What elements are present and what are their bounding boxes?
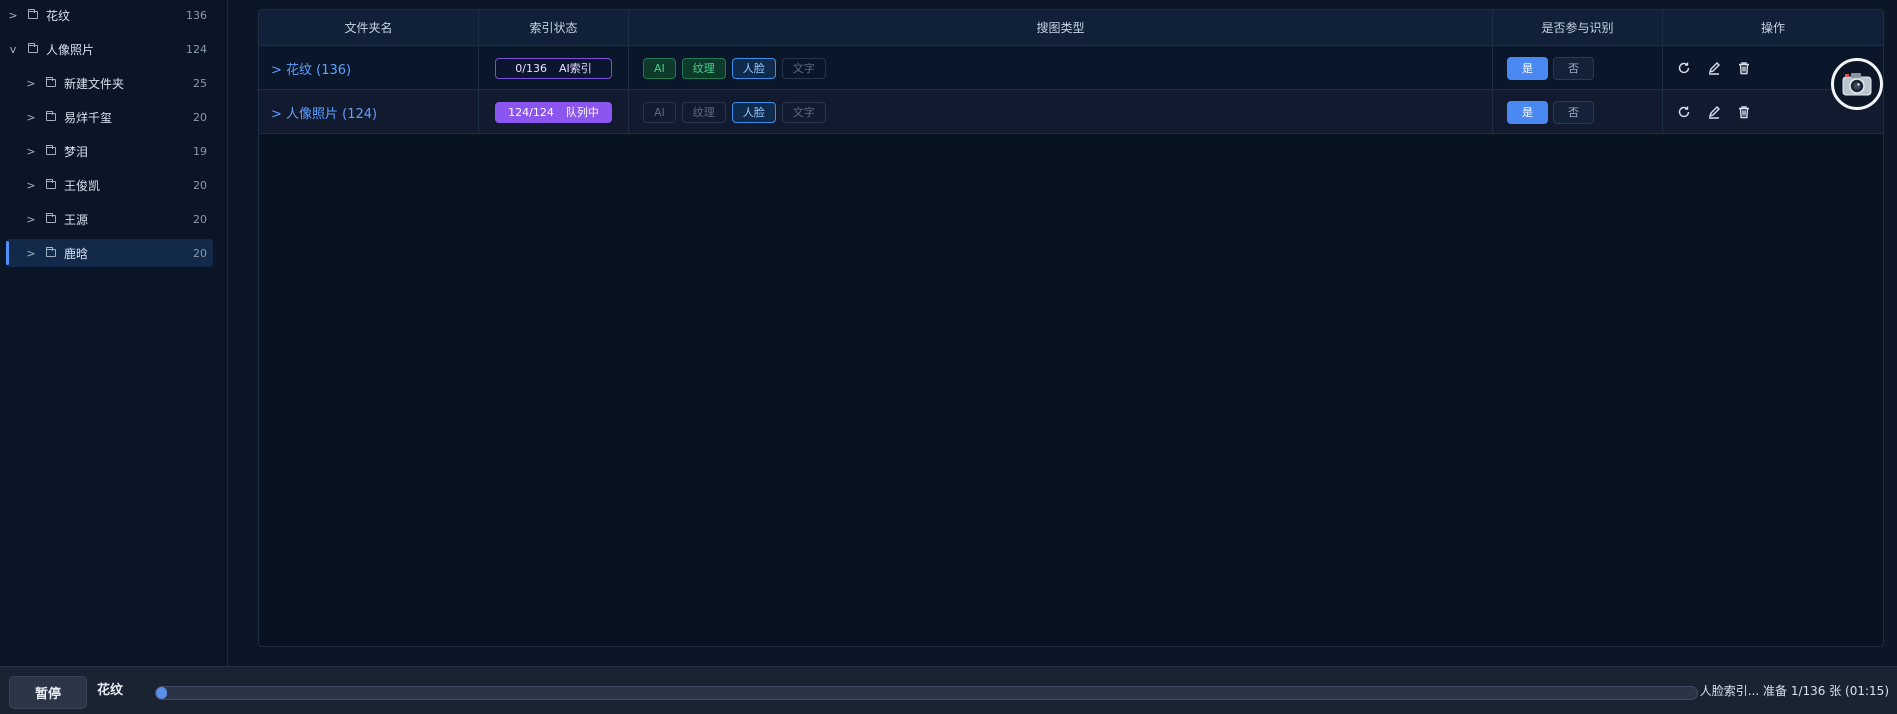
status-bar: 暂停 花纹 人脸索引... 准备 1/136 张 (01:15) bbox=[0, 666, 1897, 714]
tree-item-label: 王俊凯 bbox=[64, 178, 101, 193]
search-type-cell: AI 纹理 人脸 文字 bbox=[629, 90, 1493, 134]
tag-texture[interactable]: 纹理 bbox=[681, 101, 726, 123]
column-header-search-type: 搜图类型 bbox=[629, 10, 1493, 46]
chevron-right-icon[interactable]: > bbox=[24, 213, 38, 226]
tree-item-count: 25 bbox=[193, 76, 207, 90]
status-text: 队列中 bbox=[565, 106, 599, 119]
status-badge: 0/136 AI索引 bbox=[495, 57, 612, 79]
yes-button[interactable]: 是 bbox=[1507, 56, 1548, 80]
pause-button[interactable]: 暂停 bbox=[9, 676, 87, 709]
tree-item-count: 19 bbox=[193, 144, 207, 158]
tag-ai[interactable]: AI bbox=[643, 101, 676, 123]
folder-icon bbox=[46, 145, 56, 155]
refresh-icon[interactable] bbox=[1669, 102, 1699, 122]
recognition-cell: 是 否 bbox=[1493, 46, 1663, 90]
table-row: > 人像照片 (124) 124/124 队列中 AI 纹理 人脸 文字 是 否 bbox=[259, 90, 1883, 134]
progress-text: 人脸索引... 准备 1/136 张 (01:15) bbox=[1699, 684, 1889, 698]
camera-icon bbox=[1842, 73, 1872, 96]
tree-item-wangyuan[interactable]: > 王源 20 bbox=[24, 205, 213, 233]
tree-item-wangjunkai[interactable]: > 王俊凯 20 bbox=[24, 171, 213, 199]
tree-item-luhan[interactable]: > 鹿晗 20 bbox=[6, 239, 213, 267]
column-header-index-status: 索引状态 bbox=[479, 10, 629, 46]
tree-item-count: 20 bbox=[193, 178, 207, 192]
table-row: > 花纹 (136) 0/136 AI索引 AI 纹理 人脸 文字 是 否 bbox=[259, 46, 1883, 90]
folder-index-table: 文件夹名 索引状态 搜图类型 是否参与识别 操作 > 花纹 (136) 0/13… bbox=[258, 9, 1884, 647]
folder-icon bbox=[46, 77, 56, 87]
edit-icon[interactable] bbox=[1699, 102, 1729, 122]
chevron-right-icon[interactable]: > bbox=[24, 247, 38, 260]
folder-icon bbox=[28, 9, 38, 19]
column-header-folder-name: 文件夹名 bbox=[259, 10, 479, 46]
status-text: AI索引 bbox=[558, 62, 592, 75]
index-progress-bar bbox=[155, 686, 1698, 700]
column-header-recognition: 是否参与识别 bbox=[1493, 10, 1663, 46]
tree-item-count: 20 bbox=[193, 246, 207, 260]
folder-link[interactable]: > 人像照片 (124) bbox=[259, 103, 377, 122]
folder-icon bbox=[46, 111, 56, 121]
tree-item-menglei[interactable]: > 梦泪 19 bbox=[24, 137, 213, 165]
chevron-right-icon[interactable]: > bbox=[24, 111, 38, 124]
folder-name-cell: > 花纹 (136) bbox=[259, 46, 479, 90]
recognition-cell: 是 否 bbox=[1493, 90, 1663, 134]
progress-fill bbox=[156, 687, 167, 699]
tree-item-huawen[interactable]: > 花纹 136 bbox=[6, 1, 213, 29]
tag-text[interactable]: 文字 bbox=[781, 101, 826, 123]
tree-item-label: 新建文件夹 bbox=[64, 76, 125, 91]
tree-item-label: 鹿晗 bbox=[64, 246, 89, 261]
tree-item-label: 花纹 bbox=[46, 8, 71, 23]
camera-button[interactable] bbox=[1831, 58, 1883, 110]
chevron-right-icon[interactable]: > bbox=[24, 77, 38, 90]
tree-item-count: 20 bbox=[193, 110, 207, 124]
folder-icon bbox=[46, 247, 56, 257]
folder-icon bbox=[46, 179, 56, 189]
status-badge: 124/124 队列中 bbox=[495, 101, 612, 123]
chevron-right-icon[interactable]: > bbox=[6, 9, 20, 22]
folder-name-cell: > 人像照片 (124) bbox=[259, 90, 479, 134]
no-button[interactable]: 否 bbox=[1553, 100, 1594, 124]
refresh-icon[interactable] bbox=[1669, 58, 1699, 78]
tree-item-label: 梦泪 bbox=[64, 144, 89, 159]
yes-button[interactable]: 是 bbox=[1507, 100, 1548, 124]
edit-icon[interactable] bbox=[1699, 58, 1729, 78]
tag-face[interactable]: 人脸 bbox=[731, 57, 776, 79]
current-folder-label: 花纹 bbox=[97, 683, 124, 698]
index-status-cell: 124/124 队列中 bbox=[479, 90, 629, 134]
table-header: 文件夹名 索引状态 搜图类型 是否参与识别 操作 bbox=[259, 10, 1883, 46]
folder-tree-sidebar: > 花纹 136 v 人像照片 124 > 新建文件夹 25 > 易烊千玺 20… bbox=[0, 0, 228, 666]
tag-face[interactable]: 人脸 bbox=[731, 101, 776, 123]
folder-icon bbox=[46, 213, 56, 223]
trash-icon[interactable] bbox=[1729, 58, 1759, 78]
tree-item-count: 20 bbox=[193, 212, 207, 226]
trash-icon[interactable] bbox=[1729, 102, 1759, 122]
search-type-cell: AI 纹理 人脸 文字 bbox=[629, 46, 1493, 90]
tag-text[interactable]: 文字 bbox=[781, 57, 826, 79]
tree-item-label: 易烊千玺 bbox=[64, 110, 113, 125]
folder-link[interactable]: > 花纹 (136) bbox=[259, 59, 351, 78]
no-button[interactable]: 否 bbox=[1553, 56, 1594, 80]
folder-icon bbox=[28, 43, 38, 53]
tree-item-label: 王源 bbox=[64, 212, 89, 227]
tree-item-count: 124 bbox=[186, 42, 207, 56]
tag-texture[interactable]: 纹理 bbox=[681, 57, 726, 79]
chevron-down-icon[interactable]: v bbox=[6, 43, 20, 56]
status-progress: 124/124 bbox=[508, 105, 554, 119]
chevron-right-icon[interactable]: > bbox=[24, 145, 38, 158]
tree-item-new-folder[interactable]: > 新建文件夹 25 bbox=[24, 69, 213, 97]
tree-item-label: 人像照片 bbox=[46, 42, 95, 57]
index-status-cell: 0/136 AI索引 bbox=[479, 46, 629, 90]
column-header-actions: 操作 bbox=[1760, 21, 1785, 35]
status-progress: 0/136 bbox=[515, 61, 547, 75]
chevron-right-icon[interactable]: > bbox=[24, 179, 38, 192]
tree-item-portraits[interactable]: v 人像照片 124 bbox=[6, 35, 213, 63]
tree-item-yiyangqianxi[interactable]: > 易烊千玺 20 bbox=[24, 103, 213, 131]
tree-item-count: 136 bbox=[186, 8, 207, 22]
tag-ai[interactable]: AI bbox=[643, 57, 676, 79]
